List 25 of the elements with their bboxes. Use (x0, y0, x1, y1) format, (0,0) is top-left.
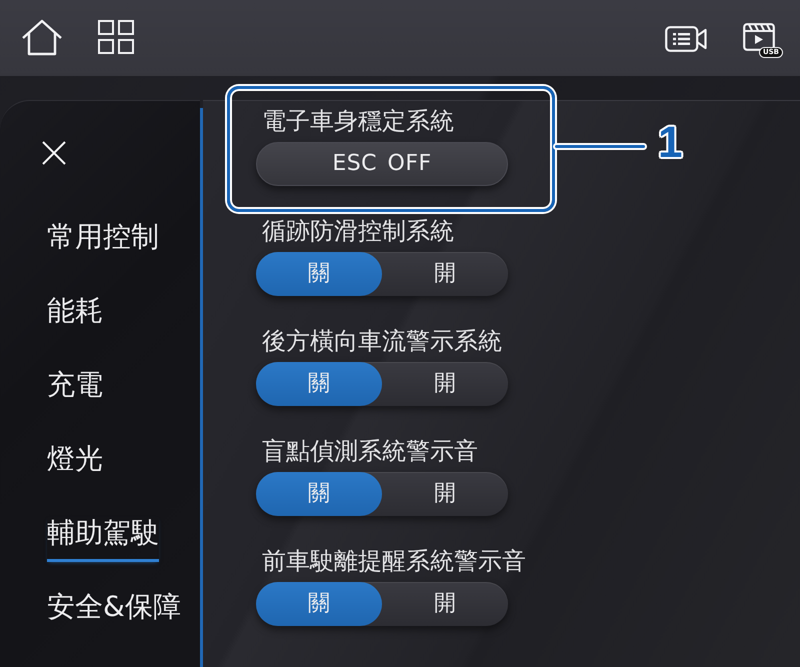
sidebar-tab[interactable]: 燈光 (47, 443, 103, 488)
grid-icon[interactable] (98, 20, 134, 54)
segment-option[interactable]: 開 (382, 582, 508, 626)
sidebar-tab[interactable]: 能耗 (47, 295, 103, 340)
setting-label: 電子車身穩定系統 (261, 107, 454, 135)
sidebar-tab[interactable]: 安全&保障 (47, 591, 181, 636)
esc-button[interactable]: ESC OFF (256, 142, 508, 186)
segment-option[interactable]: 關 (256, 582, 382, 626)
setting-label: 循跡防滑控制系統 (261, 217, 454, 245)
callout-number: 1 (658, 121, 682, 165)
segment-option[interactable]: 關 (256, 252, 382, 296)
segment-option[interactable]: 開 (382, 362, 508, 406)
setting-label: 盲點偵測系統警示音 (261, 437, 478, 465)
close-icon[interactable] (42, 141, 66, 165)
setting-label: 後方橫向車流警示系統 (261, 327, 502, 355)
segment-option[interactable]: 開 (382, 252, 508, 296)
segment-option[interactable]: 關 (256, 362, 382, 406)
home-icon[interactable] (21, 18, 63, 56)
segment-option[interactable]: 開 (382, 472, 508, 516)
sidebar-tab[interactable]: 輔助駕駛 (47, 517, 159, 562)
video-list-icon[interactable] (665, 26, 707, 52)
sidebar-tab[interactable]: 充電 (47, 369, 103, 414)
sidebar-tab[interactable]: 常用控制 (47, 221, 159, 266)
setting-label: 前車駛離提醒系統警示音 (261, 547, 526, 575)
segment-option[interactable]: 關 (256, 472, 382, 516)
